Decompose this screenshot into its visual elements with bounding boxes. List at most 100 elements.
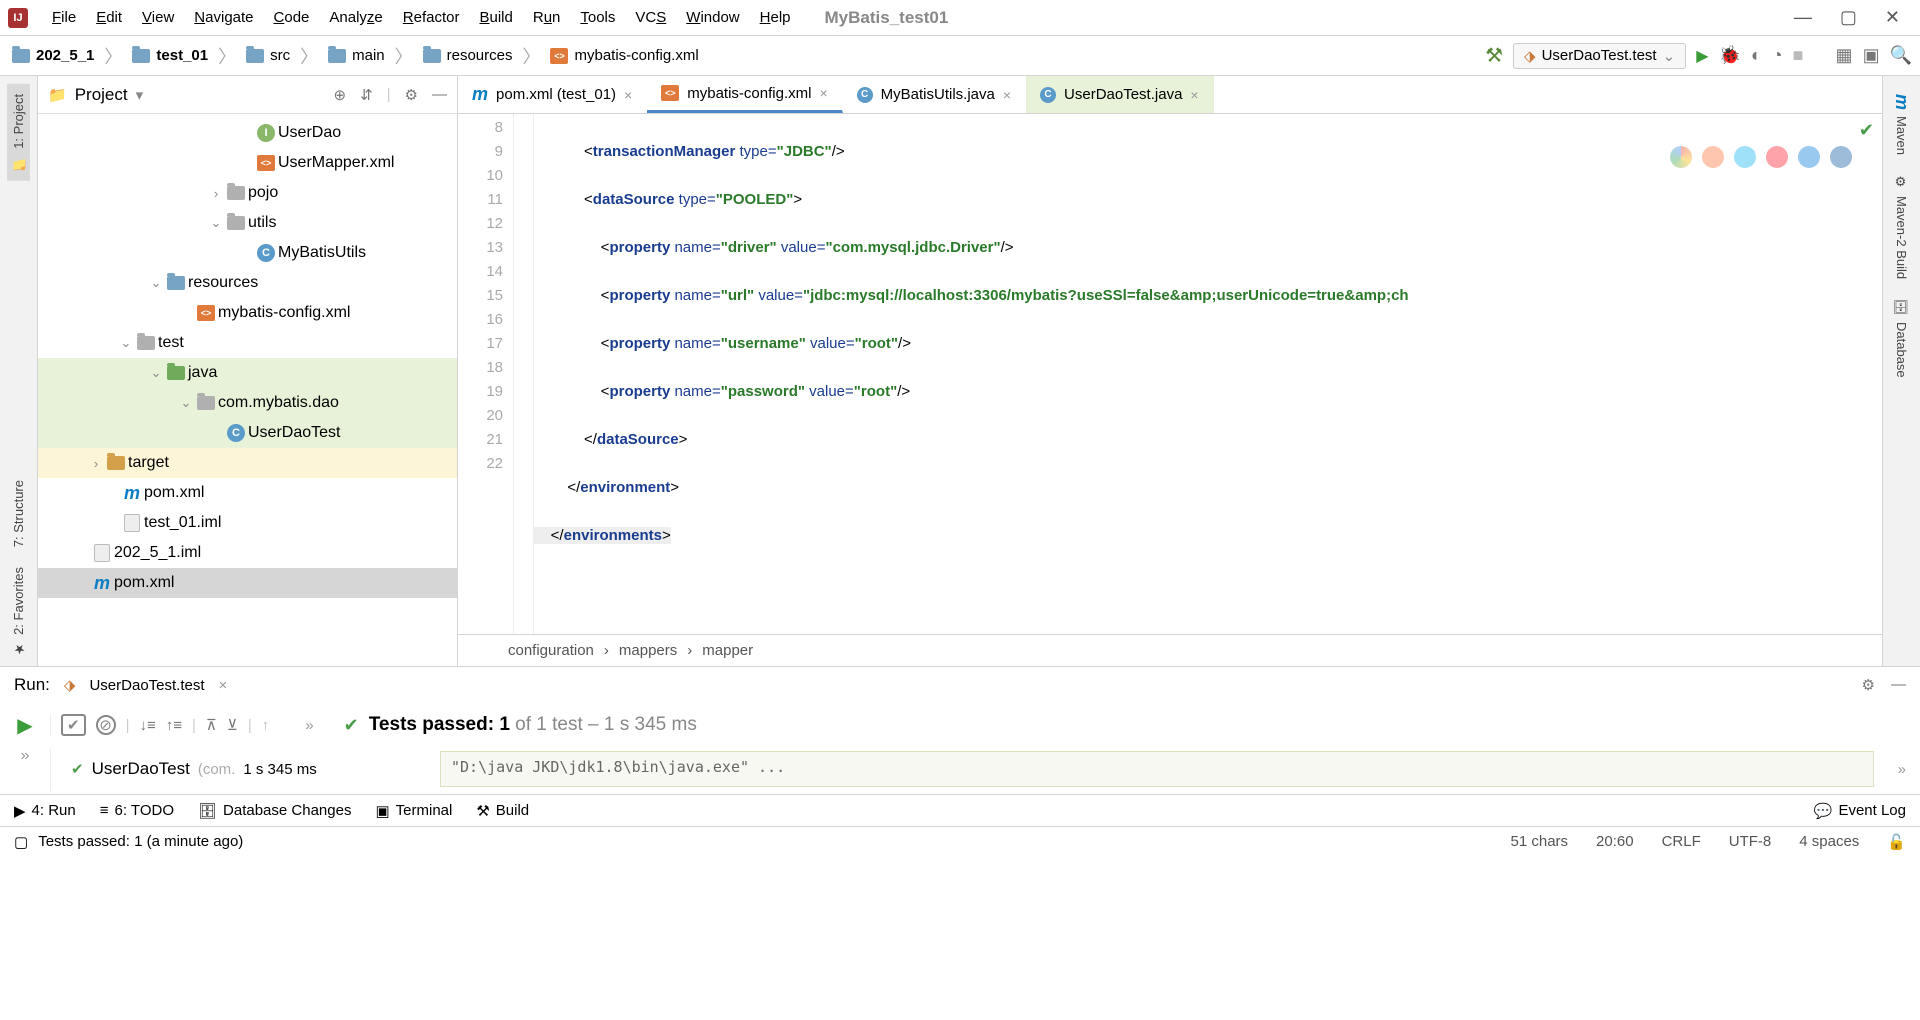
sort-icon[interactable]: ↓≡ xyxy=(139,717,155,734)
build-icon[interactable]: ⚒ xyxy=(1485,43,1503,68)
status-line-ending[interactable]: CRLF xyxy=(1662,833,1701,851)
fold-gutter[interactable] xyxy=(514,114,534,634)
tree-root-iml[interactable]: 202_5_1.iml xyxy=(38,538,457,568)
status-encoding[interactable]: UTF-8 xyxy=(1729,833,1772,851)
tab-pom[interactable]: mpom.xml (test_01)× xyxy=(458,76,647,113)
rerun-icon[interactable]: ▶ xyxy=(17,713,32,738)
more-icon[interactable]: » xyxy=(21,747,30,765)
run-icon[interactable]: ▶ xyxy=(1696,46,1708,66)
menu-analyze[interactable]: Analyze xyxy=(319,5,392,30)
tree-target[interactable]: ›target xyxy=(38,448,457,478)
tree-root-pom[interactable]: mpom.xml xyxy=(38,568,457,598)
maximize-icon[interactable]: ▢ xyxy=(1840,7,1857,28)
project-name: MyBatis_test01 xyxy=(825,8,949,28)
more-icon[interactable]: » xyxy=(1884,761,1920,778)
status-pos[interactable]: 20:60 xyxy=(1596,833,1634,851)
bottom-event-log[interactable]: 💬Event Log xyxy=(1814,802,1906,820)
bc-file[interactable]: <>mybatis-config.xml xyxy=(546,45,702,66)
status-indent[interactable]: 4 spaces xyxy=(1799,833,1859,851)
window-icon[interactable]: ▢ xyxy=(14,833,28,851)
menu-window[interactable]: Window xyxy=(676,5,749,30)
bottom-build[interactable]: ⚒Build xyxy=(476,802,529,820)
tree-pojo[interactable]: ›pojo xyxy=(38,178,457,208)
tab-maven-build[interactable]: ⚙Maven-2 Build xyxy=(1890,165,1913,289)
menu-view[interactable]: View xyxy=(132,5,184,30)
bottom-run[interactable]: ▶4: Run xyxy=(14,802,76,820)
tree-test-pkg[interactable]: ⌄com.mybatis.dao xyxy=(38,388,457,418)
run-anything-icon[interactable]: ▣ xyxy=(1863,45,1880,66)
menu-edit[interactable]: Edit xyxy=(86,5,132,30)
locate-icon[interactable]: ⊕ xyxy=(333,86,346,104)
tab-structure[interactable]: 7: Structure xyxy=(7,470,30,557)
expand-icon[interactable]: ⇵ xyxy=(360,86,373,104)
tree-test[interactable]: ⌄test xyxy=(38,328,457,358)
bc-root[interactable]: 202_5_1 xyxy=(8,45,98,66)
tree-test-java[interactable]: ⌄java xyxy=(38,358,457,388)
tree-userdaotest[interactable]: CUserDaoTest xyxy=(38,418,457,448)
hide-icon[interactable]: — xyxy=(1891,676,1906,694)
code-area[interactable]: 8910111213141516171819202122 <transactio… xyxy=(458,114,1882,634)
close-icon[interactable]: × xyxy=(819,85,827,101)
tab-mybatisutils[interactable]: CMyBatisUtils.java× xyxy=(843,76,1026,113)
hide-icon[interactable]: — xyxy=(432,86,447,104)
bottom-todo[interactable]: ≡6: TODO xyxy=(100,802,174,819)
menu-file[interactable]: File xyxy=(42,5,86,30)
close-icon[interactable]: × xyxy=(219,677,228,694)
menu-navigate[interactable]: Navigate xyxy=(184,5,263,30)
bc-src[interactable]: src xyxy=(242,45,294,66)
tab-maven[interactable]: mMaven xyxy=(1887,84,1916,165)
collapse-all-icon[interactable]: ⊻ xyxy=(227,716,238,734)
code-content[interactable]: <transactionManager type="JDBC"/> <dataS… xyxy=(534,114,1882,634)
bc-resources[interactable]: resources xyxy=(419,45,517,66)
bc-main[interactable]: main xyxy=(324,45,389,66)
close-icon[interactable]: × xyxy=(1003,87,1011,103)
gear-icon[interactable]: ⚙ xyxy=(1862,676,1875,694)
project-tree[interactable]: IUserDao <>UserMapper.xml ›pojo ⌄utils C… xyxy=(38,114,457,666)
editor-breadcrumb: configuration› mappers› mapper xyxy=(458,634,1882,666)
close-icon[interactable]: × xyxy=(1190,87,1198,103)
minimize-icon[interactable]: — xyxy=(1794,7,1812,28)
update-icon[interactable]: ▦ xyxy=(1836,45,1853,66)
search-icon[interactable]: 🔍 xyxy=(1890,45,1912,66)
menu-run[interactable]: Run xyxy=(523,5,571,30)
tab-project[interactable]: 📁1: Project xyxy=(7,84,30,181)
bottom-terminal[interactable]: ▣Terminal xyxy=(375,802,452,820)
run-output[interactable]: "D:\java JKD\jdk1.8\bin\java.exe" ... xyxy=(440,751,1874,787)
close-icon[interactable]: × xyxy=(624,87,632,103)
menu-code[interactable]: Code xyxy=(264,5,320,30)
tab-mybatis-config[interactable]: <>mybatis-config.xml× xyxy=(647,76,842,113)
disable-icon[interactable]: ⊘ xyxy=(96,715,116,735)
tree-mybatisutils[interactable]: CMyBatisUtils xyxy=(38,238,457,268)
menu-vcs[interactable]: VCS xyxy=(625,5,676,30)
close-icon[interactable]: ✕ xyxy=(1885,7,1900,28)
check-icon[interactable]: ✔ xyxy=(61,714,86,736)
debug-icon[interactable]: 🐞 xyxy=(1719,45,1741,66)
tab-database[interactable]: 🗄Database xyxy=(1890,289,1913,387)
lock-icon[interactable]: 🔓 xyxy=(1887,833,1906,851)
menu-refactor[interactable]: Refactor xyxy=(393,5,470,30)
bc-module[interactable]: test_01 xyxy=(128,45,212,66)
run-config-selector[interactable]: ⬗UserDaoTest.test⌄ xyxy=(1513,43,1686,69)
gear-icon[interactable]: ⚙ xyxy=(405,86,418,104)
menu-tools[interactable]: Tools xyxy=(570,5,625,30)
tree-utils[interactable]: ⌄utils xyxy=(38,208,457,238)
coverage-icon[interactable]: ◐ xyxy=(1751,45,1762,66)
profile-icon[interactable]: ◔ xyxy=(1772,45,1783,66)
bottom-db[interactable]: 🗄Database Changes xyxy=(198,802,351,820)
sort2-icon[interactable]: ↑≡ xyxy=(166,717,182,734)
tab-userdaotest[interactable]: CUserDaoTest.java× xyxy=(1026,76,1214,113)
tree-mybatis-config[interactable]: <>mybatis-config.xml xyxy=(38,298,457,328)
up-icon[interactable]: ↑ xyxy=(262,717,270,734)
stop-icon[interactable]: ■ xyxy=(1793,45,1804,66)
tree-userdao[interactable]: IUserDao xyxy=(38,118,457,148)
project-view-dropdown[interactable]: ▾ xyxy=(136,86,144,104)
tree-usermapper[interactable]: <>UserMapper.xml xyxy=(38,148,457,178)
expand-all-icon[interactable]: ⊼ xyxy=(206,716,217,734)
tree-resources[interactable]: ⌄resources xyxy=(38,268,457,298)
tree-iml[interactable]: test_01.iml xyxy=(38,508,457,538)
menu-help[interactable]: Help xyxy=(750,5,801,30)
menu-build[interactable]: Build xyxy=(469,5,522,30)
app-icon: IJ xyxy=(8,8,28,28)
tree-pom[interactable]: mpom.xml xyxy=(38,478,457,508)
tab-favorites[interactable]: ★2: Favorites xyxy=(7,557,30,666)
